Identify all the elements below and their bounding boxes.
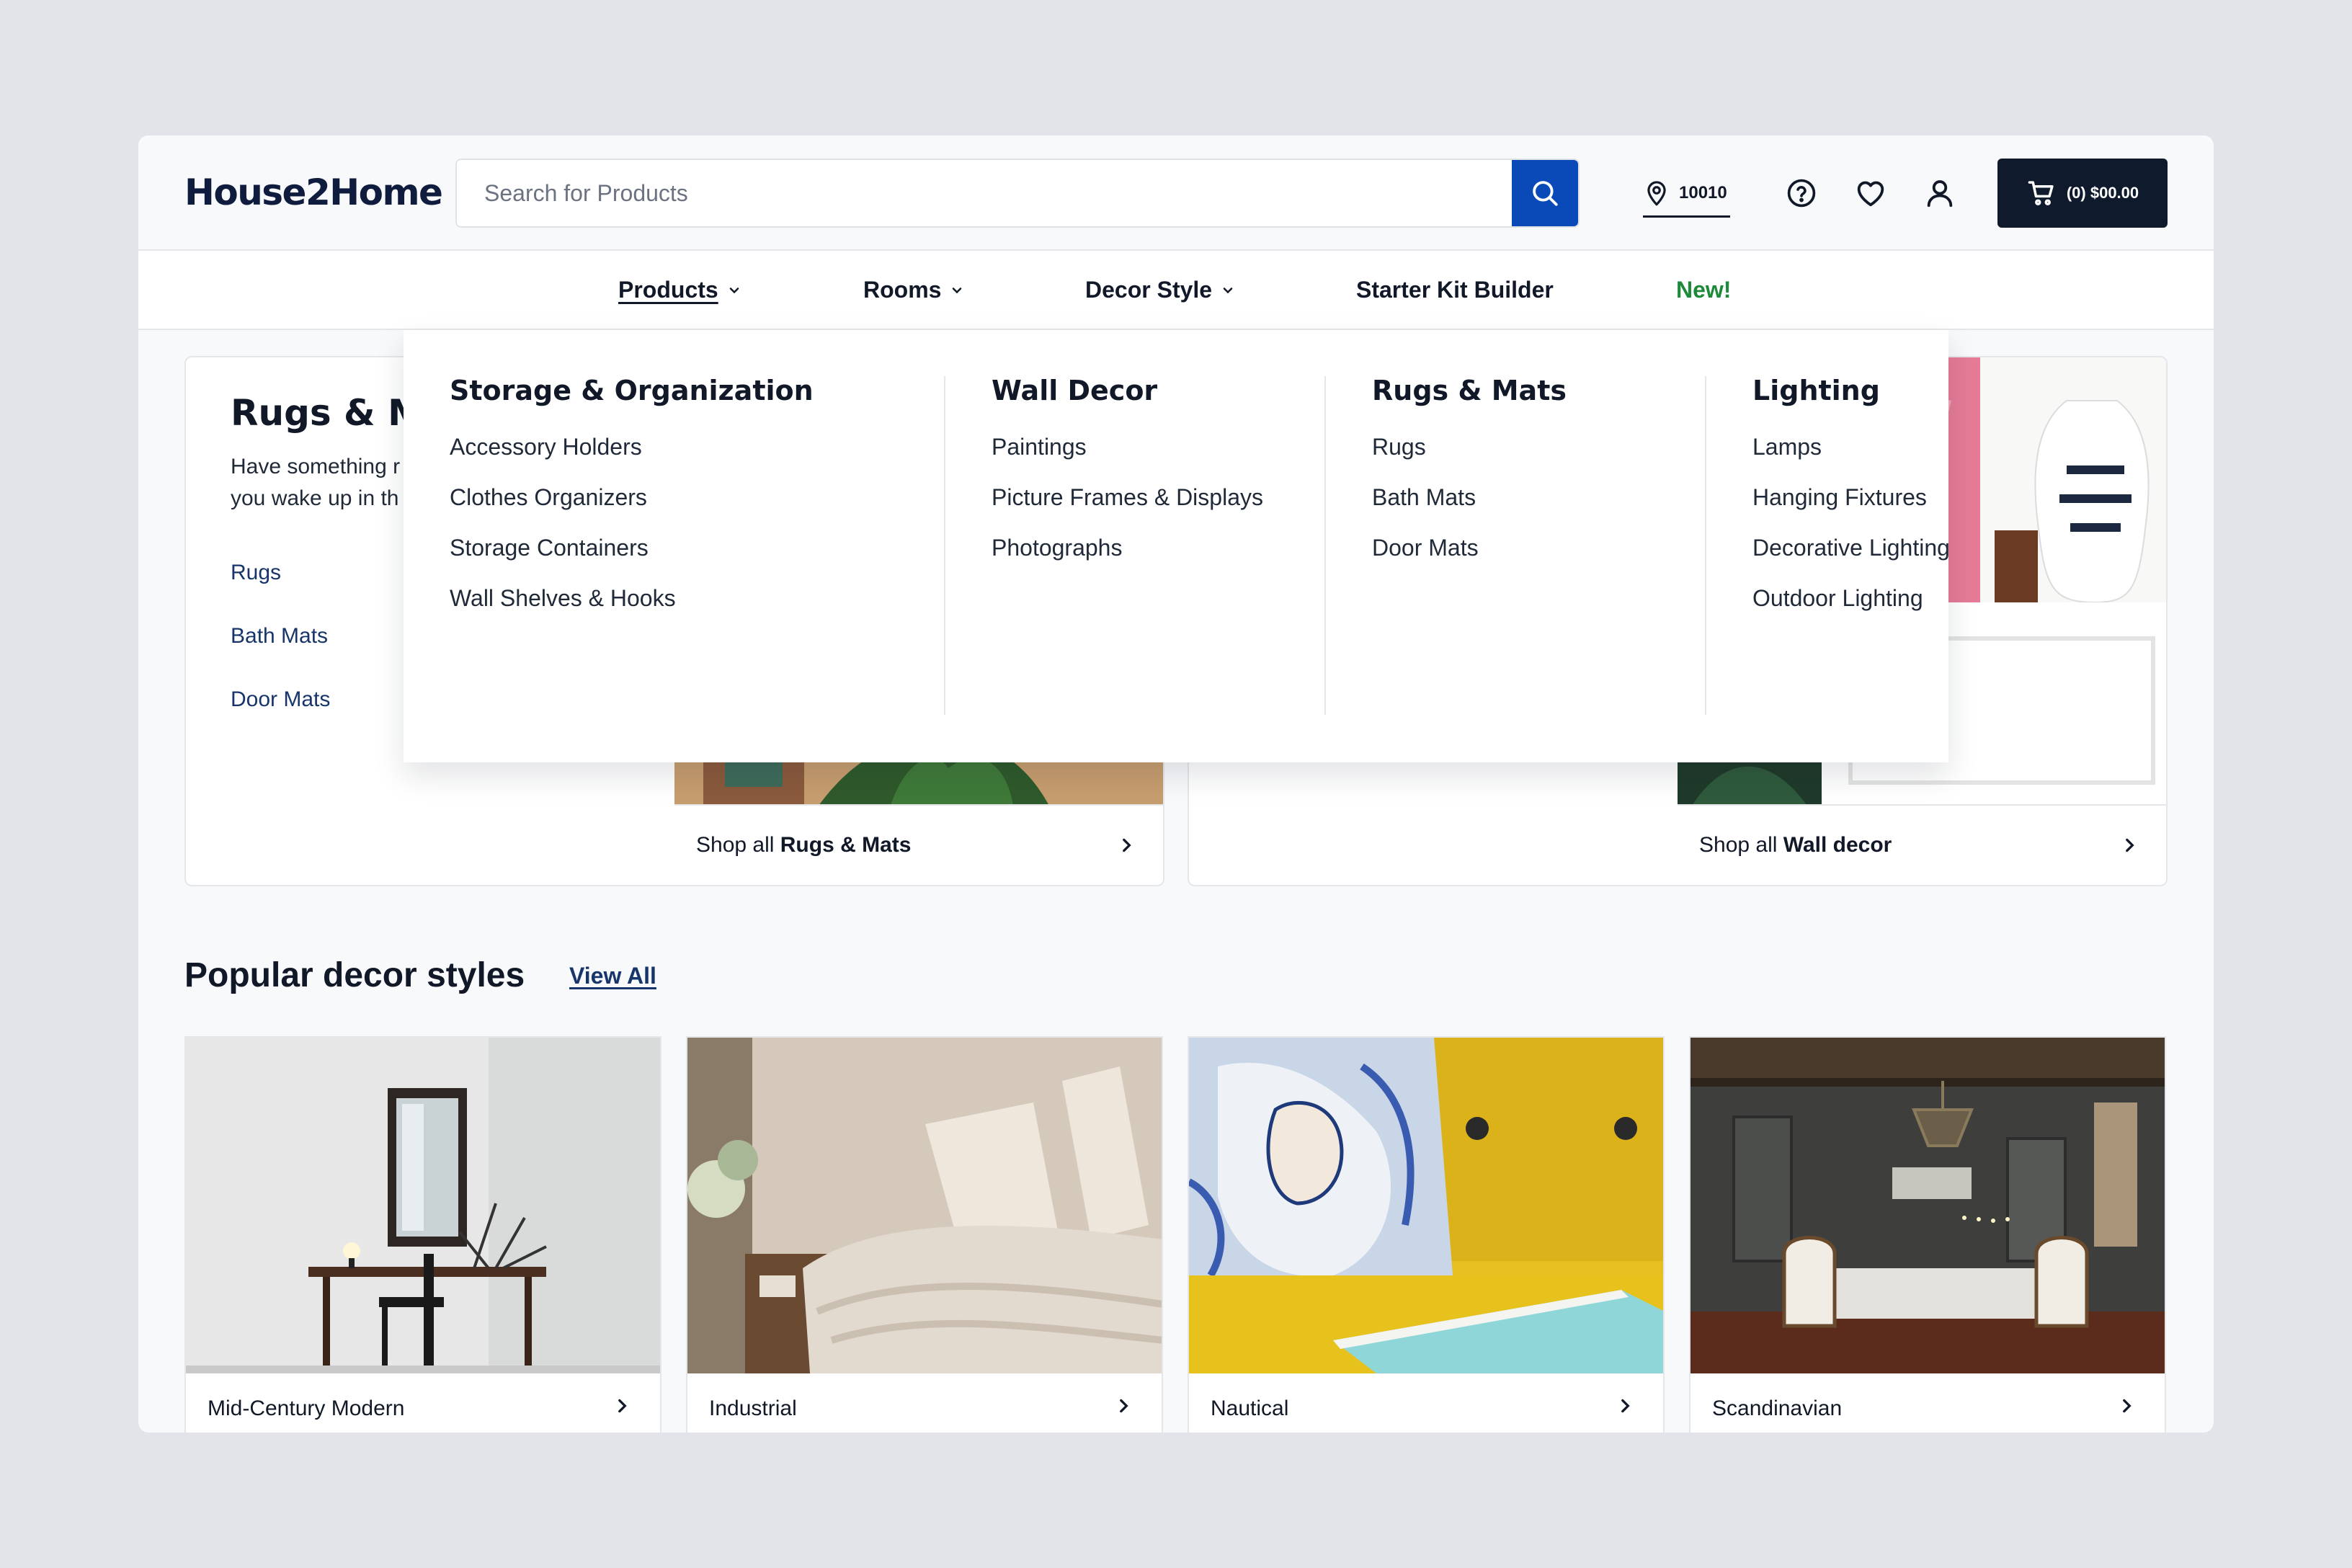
heart-icon [1857, 181, 1884, 207]
chevron-right-icon [1120, 1399, 1128, 1413]
mega-item[interactable]: Bath Mats [1372, 484, 1476, 511]
zip-code-value: 10010 [1679, 182, 1727, 202]
nav-rooms-label: Rooms [863, 277, 942, 303]
nav-starter-kit-builder[interactable]: Starter Kit Builder [1356, 277, 1554, 303]
style-card-scandinavian[interactable]: Scandinavian [1689, 1036, 2166, 1433]
nav-decor-style-label: Decor Style [1085, 277, 1213, 303]
cart-summary: (0) $00.00 [2066, 184, 2139, 202]
mega-item[interactable]: Clothes Organizers [450, 484, 647, 511]
site-header: House2Home 10010 (0) $00.00 [138, 135, 2214, 251]
account-button[interactable] [1923, 176, 1957, 210]
nav-new-label: New! [1676, 277, 1732, 303]
shop-all-label: Shop all Rugs & Mats [696, 833, 911, 858]
mega-item[interactable]: Outdoor Lighting [1752, 585, 1923, 612]
chevron-down-icon [729, 287, 739, 293]
mega-heading: Rugs & Mats [1372, 375, 1567, 406]
main-nav: Products Rooms Decor Style Starter Kit B… [138, 251, 2214, 330]
search-icon [1533, 181, 1558, 206]
chevron-down-icon [1223, 287, 1233, 293]
mega-item[interactable]: Wall Shelves & Hooks [450, 585, 676, 612]
mega-heading: Storage & Organization [450, 375, 814, 406]
help-button[interactable] [1784, 176, 1819, 210]
section-title: Popular decor styles [184, 956, 525, 994]
nav-products-label: Products [618, 277, 718, 303]
mega-item[interactable]: Hanging Fixtures [1752, 484, 1927, 511]
mega-item[interactable]: Picture Frames & Displays [992, 484, 1263, 511]
mega-heading: Wall Decor [992, 375, 1158, 406]
shop-all-label: Shop all Wall decor [1699, 833, 1892, 858]
chevron-right-icon [2126, 838, 2134, 852]
chevron-right-icon [1123, 838, 1131, 852]
search-button[interactable] [1512, 160, 1578, 226]
shop-all-category: Rugs & Mats [780, 833, 912, 857]
cart-button[interactable]: (0) $00.00 [1997, 159, 2168, 228]
mega-heading: Lighting [1752, 375, 1880, 406]
style-card-nautical[interactable]: Nautical [1188, 1036, 1665, 1433]
mega-item[interactable]: Accessory Holders [450, 434, 642, 460]
mega-item[interactable]: Lamps [1752, 434, 1822, 460]
shop-all-prefix: Shop all [696, 833, 780, 857]
nav-starter-kit-label: Starter Kit Builder [1356, 277, 1554, 303]
style-photo [687, 1038, 1162, 1373]
card-link-door-mats[interactable]: Door Mats [231, 687, 330, 712]
user-icon [1927, 180, 1953, 208]
style-card-mid-century-modern[interactable]: Mid-Century Modern [184, 1036, 662, 1433]
style-card-industrial[interactable]: Industrial [686, 1036, 1163, 1433]
mega-item[interactable]: Door Mats [1372, 535, 1479, 561]
search-bar [455, 159, 1580, 228]
nav-new[interactable]: New! [1676, 277, 1731, 303]
mega-divider [1324, 376, 1326, 715]
style-label: Industrial [709, 1396, 797, 1420]
mega-divider [1705, 376, 1706, 715]
nav-rooms[interactable]: Rooms [863, 277, 964, 303]
style-photo [1189, 1038, 1663, 1373]
shopping-cart-icon [2028, 181, 2054, 205]
view-all-link[interactable]: View All [569, 963, 656, 989]
shop-all-rugs-link[interactable]: Shop all Rugs & Mats [674, 804, 1163, 885]
shop-all-category: Wall decor [1783, 833, 1892, 857]
card-link-bath-mats[interactable]: Bath Mats [231, 624, 328, 649]
style-label: Mid-Century Modern [208, 1396, 405, 1420]
nav-decor-style[interactable]: Decor Style [1085, 277, 1235, 303]
help-icon [1787, 179, 1816, 208]
style-label: Nautical [1211, 1396, 1289, 1420]
wishlist-button[interactable] [1853, 176, 1888, 210]
mega-item[interactable]: Storage Containers [450, 535, 649, 561]
zip-code-selector[interactable]: 10010 [1643, 177, 1730, 218]
nav-products[interactable]: Products [618, 277, 741, 303]
style-photo [186, 1038, 660, 1373]
style-photo [1690, 1038, 2165, 1373]
mega-item[interactable]: Photographs [992, 535, 1122, 561]
card-link-rugs[interactable]: Rugs [231, 561, 281, 585]
mega-item[interactable]: Paintings [992, 434, 1087, 460]
app-window: House2Home 10010 (0) $00.00 Products [138, 135, 2214, 1433]
search-input[interactable] [457, 160, 1513, 226]
shop-all-wall-decor-link[interactable]: Shop all Wall decor [1678, 804, 2166, 885]
mega-divider [944, 376, 945, 715]
style-label: Scandinavian [1712, 1396, 1843, 1420]
chevron-right-icon [2123, 1399, 2132, 1413]
location-pin-icon [1647, 180, 1666, 205]
chevron-down-icon [953, 287, 962, 293]
shop-all-prefix: Shop all [1699, 833, 1783, 857]
chevron-right-icon [1621, 1399, 1630, 1413]
chevron-right-icon [618, 1399, 627, 1413]
products-mega-menu: Storage & Organization Accessory Holders… [404, 330, 1950, 762]
logo[interactable]: House2Home [184, 172, 443, 213]
mega-item[interactable]: Rugs [1372, 434, 1426, 460]
mega-item[interactable]: Decorative Lighting [1752, 535, 1950, 561]
